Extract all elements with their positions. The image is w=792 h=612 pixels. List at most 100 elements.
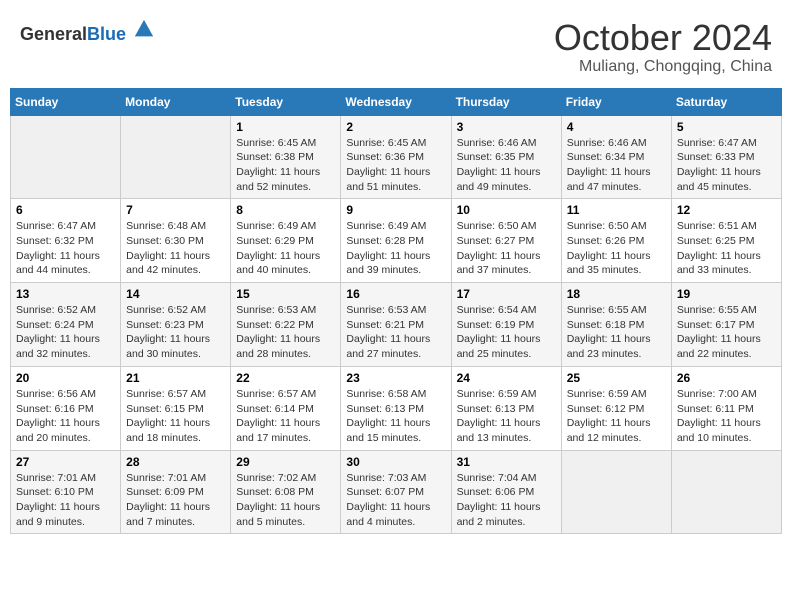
logo: GeneralBlue [20,18,155,45]
calendar-cell: 21Sunrise: 6:57 AM Sunset: 6:15 PM Dayli… [121,366,231,450]
day-info: Sunrise: 6:50 AM Sunset: 6:26 PM Dayligh… [567,219,666,278]
calendar-cell [11,115,121,199]
calendar-cell: 18 Sunrise: 6:55 AM Sunset: 6:18 PM Dayli… [561,283,671,367]
logo-blue-text: Blue [87,24,126,44]
day-number: 27 [16,455,115,469]
calendar-cell: 1 Sunrise: 6:45 AM Sunset: 6:38 PM Daylig… [231,115,341,199]
weekday-header-friday: Friday [561,88,671,115]
day-info: Sunrise: 6:47 AM Sunset: 6:32 PM Dayligh… [16,219,115,278]
calendar-cell: 24 Sunrise: 6:59 AM Sunset: 6:13 PM Dayli… [451,366,561,450]
weekday-header-wednesday: Wednesday [341,88,451,115]
day-number: 11 [567,203,666,217]
day-info: Sunrise: 6:55 AM Sunset: 6:17 PM Dayligh… [677,303,776,362]
calendar-week-3: 13 Sunrise: 6:52 AM Sunset: 6:24 PM Dayli… [11,283,782,367]
calendar-header: SundayMondayTuesdayWednesdayThursdayFrid… [11,88,782,115]
day-number: 15 [236,287,335,301]
day-info: Sunrise: 6:51 AM Sunset: 6:25 PM Dayligh… [677,219,776,278]
day-info: Sunrise: 6:57 AM Sunset: 6:14 PM Dayligh… [236,387,335,446]
logo-general-text: General [20,24,87,44]
day-number: 20 [16,371,115,385]
day-info: Sunrise: 6:52 AM Sunset: 6:24 PM Dayligh… [16,303,115,362]
calendar-table: SundayMondayTuesdayWednesdayThursdayFrid… [10,88,782,535]
page-header: GeneralBlue October 2024 Muliang, Chongq… [10,10,782,80]
calendar-cell: 8 Sunrise: 6:49 AM Sunset: 6:29 PM Daylig… [231,199,341,283]
day-number: 9 [346,203,445,217]
day-info: Sunrise: 6:57 AM Sunset: 6:15 PM Dayligh… [126,387,225,446]
calendar-week-5: 27 Sunrise: 7:01 AM Sunset: 6:10 PM Dayli… [11,450,782,534]
day-info: Sunrise: 6:55 AM Sunset: 6:18 PM Dayligh… [567,303,666,362]
calendar-cell: 27 Sunrise: 7:01 AM Sunset: 6:10 PM Dayli… [11,450,121,534]
calendar-cell: 12Sunrise: 6:51 AM Sunset: 6:25 PM Dayli… [671,199,781,283]
day-info: Sunrise: 6:49 AM Sunset: 6:29 PM Dayligh… [236,219,335,278]
calendar-week-4: 20 Sunrise: 6:56 AM Sunset: 6:16 PM Dayli… [11,366,782,450]
day-number: 8 [236,203,335,217]
calendar-cell: 15Sunrise: 6:53 AM Sunset: 6:22 PM Dayli… [231,283,341,367]
day-number: 10 [457,203,556,217]
title-section: October 2024 Muliang, Chongqing, China [554,18,772,76]
calendar-cell: 3 Sunrise: 6:46 AM Sunset: 6:35 PM Daylig… [451,115,561,199]
calendar-body: 1 Sunrise: 6:45 AM Sunset: 6:38 PM Daylig… [11,115,782,534]
weekday-header-thursday: Thursday [451,88,561,115]
calendar-week-2: 6Sunrise: 6:47 AM Sunset: 6:32 PM Daylig… [11,199,782,283]
weekday-header-saturday: Saturday [671,88,781,115]
calendar-cell: 20 Sunrise: 6:56 AM Sunset: 6:16 PM Dayli… [11,366,121,450]
calendar-cell [561,450,671,534]
day-info: Sunrise: 6:59 AM Sunset: 6:12 PM Dayligh… [567,387,666,446]
day-info: Sunrise: 6:54 AM Sunset: 6:19 PM Dayligh… [457,303,556,362]
day-number: 7 [126,203,225,217]
calendar-cell: 2 Sunrise: 6:45 AM Sunset: 6:36 PM Daylig… [341,115,451,199]
day-number: 17 [457,287,556,301]
day-number: 18 [567,287,666,301]
calendar-cell: 25 Sunrise: 6:59 AM Sunset: 6:12 PM Dayli… [561,366,671,450]
day-number: 28 [126,455,225,469]
day-number: 14 [126,287,225,301]
calendar-cell: 13 Sunrise: 6:52 AM Sunset: 6:24 PM Dayli… [11,283,121,367]
day-info: Sunrise: 6:45 AM Sunset: 6:38 PM Dayligh… [236,136,335,195]
day-number: 24 [457,371,556,385]
day-info: Sunrise: 6:59 AM Sunset: 6:13 PM Dayligh… [457,387,556,446]
calendar-cell [121,115,231,199]
calendar-cell: 7Sunrise: 6:48 AM Sunset: 6:30 PM Daylig… [121,199,231,283]
day-info: Sunrise: 6:46 AM Sunset: 6:35 PM Dayligh… [457,136,556,195]
calendar-cell: 28 Sunrise: 7:01 AM Sunset: 6:09 PM Dayli… [121,450,231,534]
day-info: Sunrise: 6:50 AM Sunset: 6:27 PM Dayligh… [457,219,556,278]
day-number: 25 [567,371,666,385]
calendar-cell: 17 Sunrise: 6:54 AM Sunset: 6:19 PM Dayli… [451,283,561,367]
day-info: Sunrise: 6:52 AM Sunset: 6:23 PM Dayligh… [126,303,225,362]
calendar-cell: 31Sunrise: 7:04 AM Sunset: 6:06 PM Dayli… [451,450,561,534]
day-number: 3 [457,120,556,134]
day-number: 4 [567,120,666,134]
location-title: Muliang, Chongqing, China [554,58,772,76]
month-title: October 2024 [554,18,772,58]
day-info: Sunrise: 7:01 AM Sunset: 6:10 PM Dayligh… [16,471,115,530]
day-number: 26 [677,371,776,385]
day-number: 5 [677,120,776,134]
day-number: 2 [346,120,445,134]
calendar-cell: 23Sunrise: 6:58 AM Sunset: 6:13 PM Dayli… [341,366,451,450]
calendar-cell: 29Sunrise: 7:02 AM Sunset: 6:08 PM Dayli… [231,450,341,534]
weekday-header-sunday: Sunday [11,88,121,115]
weekday-header-tuesday: Tuesday [231,88,341,115]
calendar-cell: 22Sunrise: 6:57 AM Sunset: 6:14 PM Dayli… [231,366,341,450]
day-info: Sunrise: 6:45 AM Sunset: 6:36 PM Dayligh… [346,136,445,195]
day-number: 1 [236,120,335,134]
calendar-cell: 5Sunrise: 6:47 AM Sunset: 6:33 PM Daylig… [671,115,781,199]
calendar-cell: 4 Sunrise: 6:46 AM Sunset: 6:34 PM Daylig… [561,115,671,199]
day-info: Sunrise: 7:00 AM Sunset: 6:11 PM Dayligh… [677,387,776,446]
calendar-cell: 26 Sunrise: 7:00 AM Sunset: 6:11 PM Dayli… [671,366,781,450]
day-info: Sunrise: 7:01 AM Sunset: 6:09 PM Dayligh… [126,471,225,530]
calendar-week-1: 1 Sunrise: 6:45 AM Sunset: 6:38 PM Daylig… [11,115,782,199]
day-number: 19 [677,287,776,301]
day-info: Sunrise: 6:58 AM Sunset: 6:13 PM Dayligh… [346,387,445,446]
day-info: Sunrise: 6:46 AM Sunset: 6:34 PM Dayligh… [567,136,666,195]
day-number: 13 [16,287,115,301]
day-info: Sunrise: 7:02 AM Sunset: 6:08 PM Dayligh… [236,471,335,530]
calendar-cell: 19 Sunrise: 6:55 AM Sunset: 6:17 PM Dayli… [671,283,781,367]
calendar-cell: 30Sunrise: 7:03 AM Sunset: 6:07 PM Dayli… [341,450,451,534]
day-info: Sunrise: 6:56 AM Sunset: 6:16 PM Dayligh… [16,387,115,446]
calendar-cell: 16Sunrise: 6:53 AM Sunset: 6:21 PM Dayli… [341,283,451,367]
calendar-cell: 14 Sunrise: 6:52 AM Sunset: 6:23 PM Dayli… [121,283,231,367]
day-info: Sunrise: 6:53 AM Sunset: 6:21 PM Dayligh… [346,303,445,362]
day-info: Sunrise: 7:04 AM Sunset: 6:06 PM Dayligh… [457,471,556,530]
calendar-cell: 9Sunrise: 6:49 AM Sunset: 6:28 PM Daylig… [341,199,451,283]
